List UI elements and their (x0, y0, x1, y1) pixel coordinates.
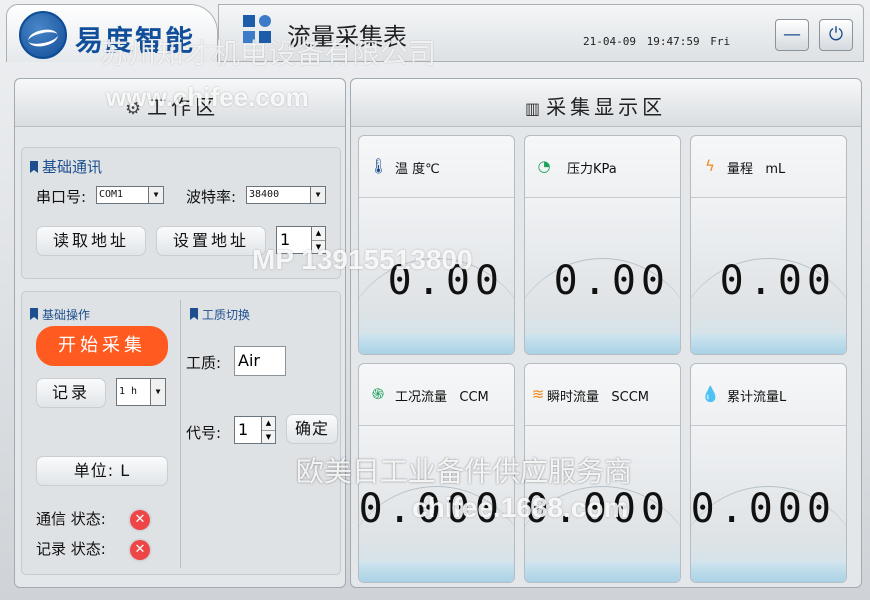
card-value: 0.000 (690, 486, 836, 532)
medium-section-label: 工质切换 (202, 308, 251, 322)
power-button[interactable]: ⏻ (819, 19, 853, 51)
title-bar: 流量采集表 21-04-09 19:47:59 Fri — ⏻ (218, 4, 864, 62)
display-panel-title: 采集显示区 (546, 95, 667, 119)
card-label: 累计流量L (727, 390, 787, 405)
bookmark-icon (30, 308, 38, 320)
baud-label: 波特率: (186, 188, 237, 206)
start-capture-button[interactable]: 开始采集 (36, 326, 168, 366)
reading-card: 💧 累计流量L 0.000 (690, 363, 847, 583)
card-value: 0.00 (719, 258, 836, 304)
work-panel-header: ⚙ 工作区 (15, 79, 345, 127)
bookmark-icon (30, 161, 38, 173)
record-interval-select[interactable]: 1 h ▼ (116, 378, 166, 406)
comm-status-error-icon: ✕ (130, 510, 150, 530)
comm-status-label: 通信 状态: (36, 510, 106, 528)
thermometer-icon: 🌡 (369, 157, 389, 175)
stepper-up-icon[interactable]: ▲ (262, 417, 275, 430)
flow-swirl-icon: ֍ (371, 385, 385, 403)
chevron-down-icon: ▼ (148, 187, 163, 203)
card-value: 0.00 (553, 258, 670, 304)
reading-card: ֍ 工况流量 CCM 0.000 (358, 363, 515, 583)
comm-section: 基础通讯 串口号: COM1 ▼ 波特率: 38400 ▼ 读取地址 设置地址 1 ▲… (21, 147, 341, 279)
brand-logo-icon (19, 11, 67, 59)
set-address-button[interactable]: 设置地址 (156, 226, 266, 256)
unit-button[interactable]: 单位: L (36, 456, 168, 486)
work-panel: ⚙ 工作区 基础通讯 串口号: COM1 ▼ 波特率: 38400 ▼ 读取地址 设置… (14, 78, 346, 588)
workspace-icon: ⚙ (125, 98, 142, 119)
confirm-button[interactable]: 确定 (286, 414, 338, 444)
gauge-icon: ◔ (537, 157, 551, 175)
ops-section: 基础操作 开始采集 记录 1 h ▼ 单位: L 通信 状态: ✕ 记录 状态: … (21, 291, 341, 575)
card-label: 量程 mL (727, 162, 786, 177)
reading-card: ≋ 瞬时流量 SCCM 0.000 (524, 363, 681, 583)
read-address-button[interactable]: 读取地址 (36, 226, 146, 256)
ops-section-label: 基础操作 (42, 308, 91, 322)
port-label: 串口号: (36, 188, 87, 206)
brand-tab: 易度智能 (6, 4, 218, 62)
chevron-down-icon: ▼ (310, 187, 325, 203)
medium-label: 工质: (186, 354, 222, 372)
app-grid-icon (243, 15, 273, 45)
display-panel: ▥ 采集显示区 🌡 温 度℃ 0.00 ◔ 压力KPa 0.00 ϟ 量程 mL … (350, 78, 862, 588)
app-window: 易度智能 流量采集表 21-04-09 19:47:59 Fri — ⏻ ⚙ 工作… (0, 0, 870, 600)
card-label: 瞬时流量 SCCM (547, 390, 650, 405)
record-status-error-icon: ✕ (130, 540, 150, 560)
address-stepper[interactable]: 1 ▲ ▼ (276, 226, 326, 254)
card-label: 工况流量 CCM (395, 390, 489, 405)
stepper-down-icon[interactable]: ▼ (312, 240, 325, 253)
display-panel-header: ▥ 采集显示区 (351, 79, 861, 127)
wave-icon: ≋ (531, 385, 545, 403)
bookmark-icon (190, 308, 198, 320)
medium-input[interactable]: Air (234, 346, 286, 376)
brand-name: 易度智能 (75, 24, 196, 57)
record-button[interactable]: 记录 (36, 378, 106, 408)
reading-card: ϟ 量程 mL 0.00 (690, 135, 847, 355)
baud-select[interactable]: 38400 ▼ (246, 186, 326, 204)
port-select[interactable]: COM1 ▼ (96, 186, 164, 204)
page-title: 流量采集表 (287, 23, 407, 51)
stepper-down-icon[interactable]: ▼ (262, 430, 275, 443)
code-stepper[interactable]: 1 ▲ ▼ (234, 416, 276, 444)
code-label: 代号: (186, 424, 222, 442)
record-status-label: 记录 状态: (36, 540, 106, 558)
card-value: 0.00 (387, 258, 504, 304)
reading-card: 🌡 温 度℃ 0.00 (358, 135, 515, 355)
datetime-display: 21-04-09 19:47:59 Fri (583, 35, 731, 48)
minimize-button[interactable]: — (775, 19, 809, 51)
card-value: 0.000 (358, 486, 504, 532)
card-label: 压力KPa (567, 162, 617, 177)
work-panel-title: 工作区 (147, 95, 220, 119)
bolt-icon: ϟ (705, 157, 715, 175)
card-value: 0.000 (524, 486, 670, 532)
stepper-up-icon[interactable]: ▲ (312, 227, 325, 240)
comm-section-label: 基础通讯 (42, 158, 103, 176)
drop-icon: 💧 (701, 385, 720, 403)
bar-chart-icon: ▥ (525, 99, 541, 118)
reading-card: ◔ 压力KPa 0.00 (524, 135, 681, 355)
chevron-down-icon: ▼ (150, 379, 165, 405)
section-divider (180, 300, 181, 568)
card-label: 温 度℃ (395, 162, 440, 177)
